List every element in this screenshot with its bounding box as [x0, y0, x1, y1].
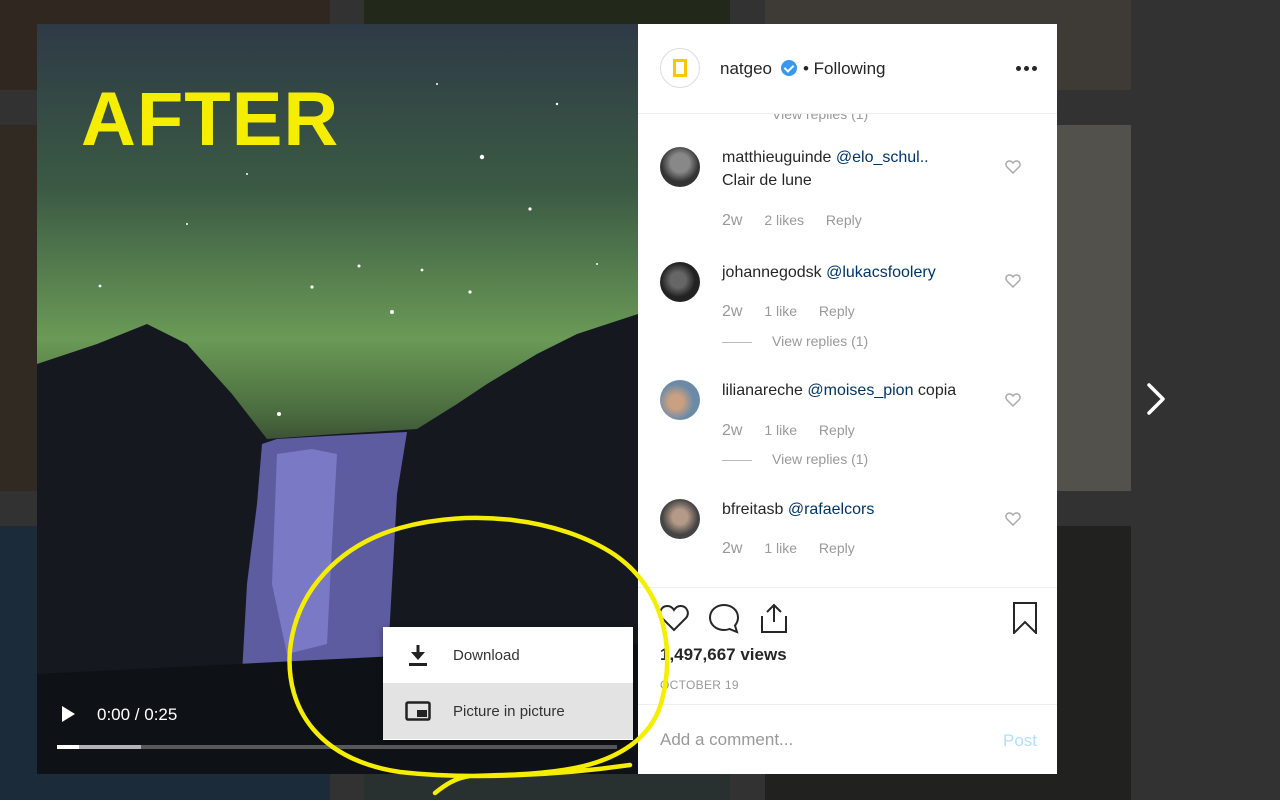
comment-username[interactable]: johannegodsk	[722, 264, 822, 281]
comment-likes[interactable]: 2 likes	[764, 212, 804, 228]
comment-line: bfreitasb @rafaelcors	[722, 501, 874, 519]
video-overflow-menu: Download Picture in picture	[383, 627, 633, 740]
like-comment-heart-icon[interactable]	[1005, 273, 1021, 289]
reply-button[interactable]: Reply	[819, 540, 855, 556]
post-username[interactable]: natgeo	[720, 59, 772, 79]
play-icon[interactable]	[59, 704, 77, 724]
national-geographic-logo-icon	[673, 59, 687, 77]
video-time: 0:00 / 0:25	[97, 705, 178, 724]
comment-age: 2w	[722, 540, 743, 557]
download-menu-item[interactable]: Download	[383, 627, 633, 683]
post-side-panel: natgeo • Following View replies (1) matt…	[638, 24, 1057, 774]
comment-mention[interactable]: @rafaelcors	[788, 501, 875, 518]
reply-button[interactable]: Reply	[819, 422, 855, 438]
view-replies-link[interactable]: View replies (1)	[722, 333, 868, 349]
like-comment-heart-icon[interactable]	[1005, 511, 1021, 527]
overlay-label: AFTER	[81, 77, 340, 162]
comment-input[interactable]	[660, 725, 980, 755]
divider	[722, 459, 752, 461]
comment-mention[interactable]: @moises_pion	[807, 382, 913, 399]
post-actions: 1,497,667 views OCTOBER 19	[638, 587, 1057, 704]
comment-text: copia	[913, 382, 957, 399]
post-header: natgeo • Following	[638, 24, 1057, 114]
picture-in-picture-menu-item[interactable]: Picture in picture	[383, 683, 633, 739]
comment-likes[interactable]: 1 like	[764, 422, 797, 438]
video-progress-bar[interactable]	[57, 745, 617, 749]
comment-meta: 2w 2 likes Reply	[722, 212, 862, 230]
comment-username[interactable]: lilianareche	[722, 382, 803, 399]
comment-line: lilianareche @moises_pion copia	[722, 382, 956, 400]
share-icon[interactable]	[758, 602, 790, 634]
comment-text: Clair de lune	[722, 172, 812, 189]
avatar[interactable]	[660, 48, 700, 88]
picture-in-picture-label: Picture in picture	[453, 702, 565, 720]
comment-meta: 2w 1 like Reply	[722, 303, 855, 321]
verified-badge-icon	[781, 60, 797, 76]
comment-meta: 2w 1 like Reply	[722, 422, 855, 440]
comment-likes[interactable]: 1 like	[764, 540, 797, 556]
like-comment-heart-icon[interactable]	[1005, 159, 1021, 175]
add-comment-bar: Post	[638, 704, 1057, 774]
like-heart-icon[interactable]	[658, 602, 690, 634]
divider	[722, 341, 752, 343]
comment-mention[interactable]: @lukacsfoolery	[826, 264, 936, 281]
view-replies-link[interactable]: View replies (1)	[722, 451, 868, 467]
avatar[interactable]	[660, 262, 700, 302]
comment-age: 2w	[722, 422, 743, 439]
comment-likes[interactable]: 1 like	[764, 303, 797, 319]
avatar[interactable]	[660, 499, 700, 539]
picture-in-picture-icon	[405, 701, 431, 721]
comment-age: 2w	[722, 212, 743, 229]
comment-line: johannegodsk @lukacsfoolery	[722, 264, 936, 282]
comment-username[interactable]: matthieuguinde	[722, 149, 831, 166]
reply-button[interactable]: Reply	[826, 212, 862, 228]
post-button[interactable]: Post	[1003, 731, 1037, 751]
avatar[interactable]	[660, 147, 700, 187]
comment-mention[interactable]: @elo_schul..	[836, 149, 929, 166]
view-replies-link[interactable]: View replies (1)	[772, 114, 868, 122]
comment-username[interactable]: bfreitasb	[722, 501, 783, 518]
avatar[interactable]	[660, 380, 700, 420]
follow-status[interactable]: • Following	[803, 59, 886, 79]
reply-button[interactable]: Reply	[819, 303, 855, 319]
comment-age: 2w	[722, 303, 743, 320]
download-label: Download	[453, 646, 520, 664]
chevron-right-icon[interactable]	[1144, 382, 1168, 416]
post-date[interactable]: OCTOBER 19	[660, 678, 739, 692]
save-bookmark-icon[interactable]	[1009, 602, 1041, 634]
comment-bubble-icon[interactable]	[708, 602, 740, 634]
comment-line: matthieuguinde @elo_schul..	[722, 149, 929, 167]
progress-played	[57, 745, 80, 749]
more-options-icon[interactable]	[1016, 66, 1038, 72]
views-count[interactable]: 1,497,667 views	[660, 645, 787, 665]
comment-meta: 2w 1 like Reply	[722, 540, 855, 558]
download-icon	[409, 645, 427, 666]
like-comment-heart-icon[interactable]	[1005, 392, 1021, 408]
comments-list: View replies (1) matthieuguinde @elo_sch…	[638, 114, 1057, 587]
